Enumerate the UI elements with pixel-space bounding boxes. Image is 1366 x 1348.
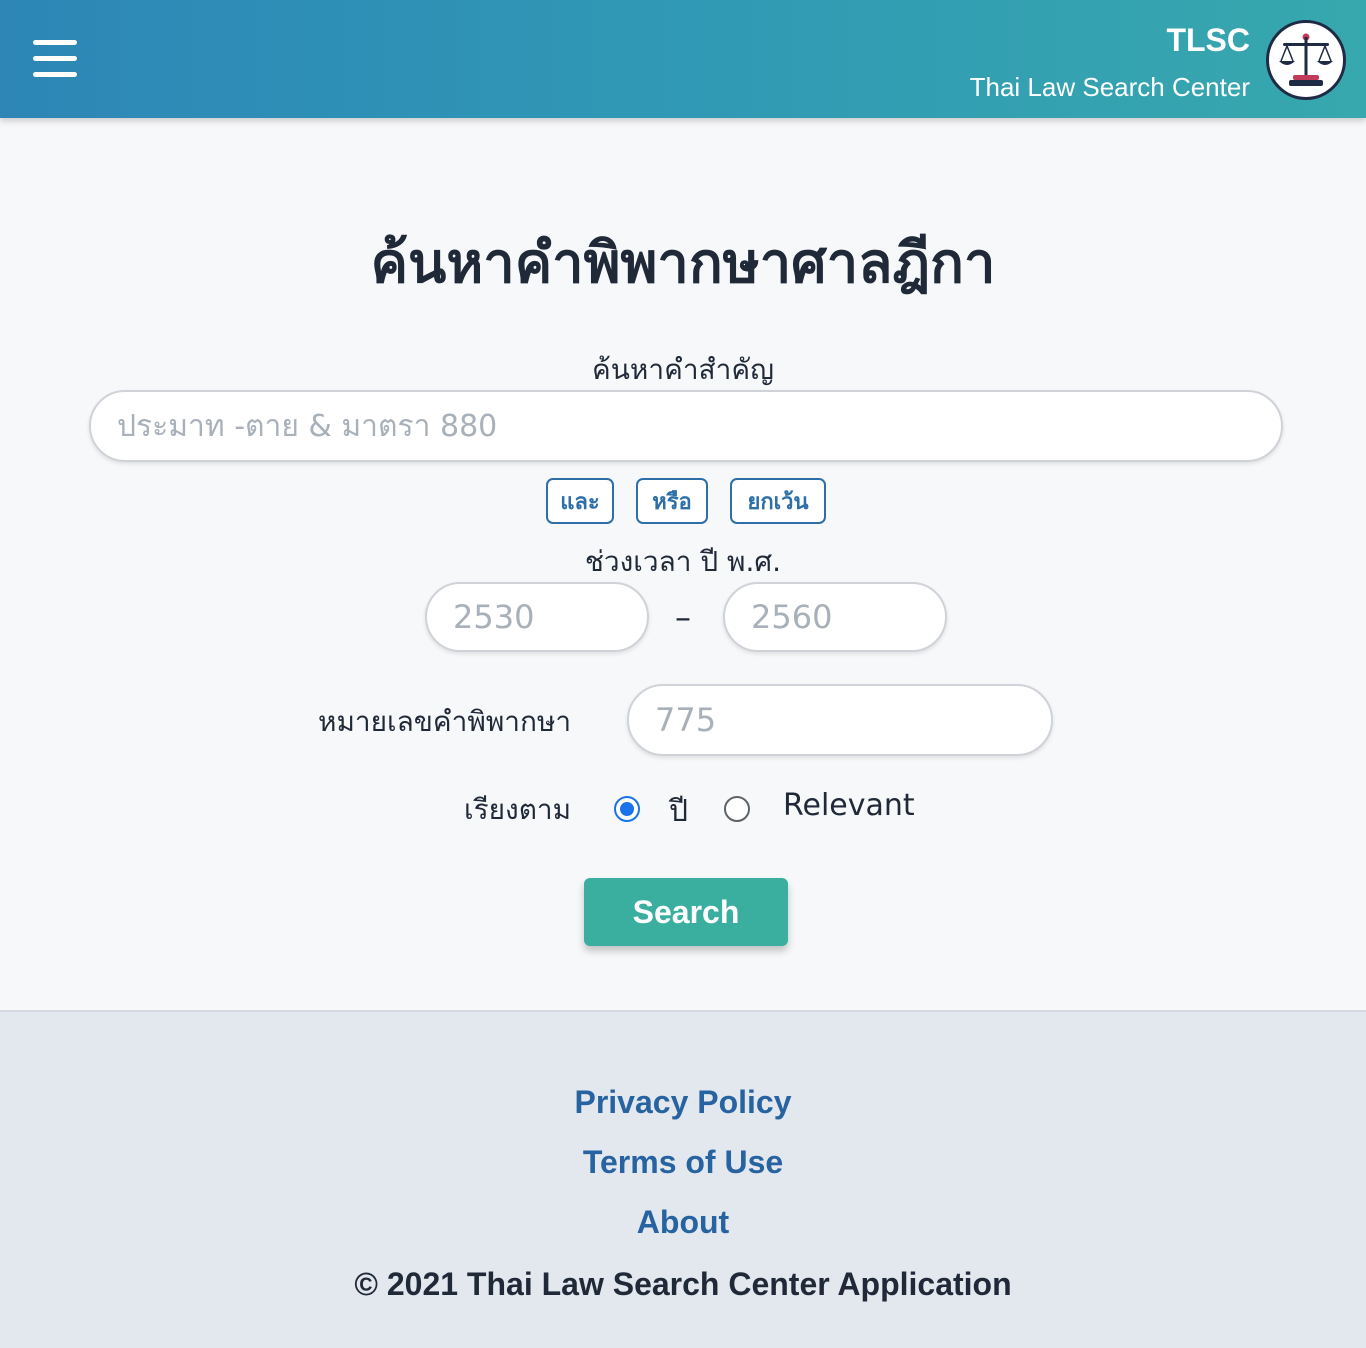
sort-relevant-label: Relevant — [783, 788, 915, 823]
sort-year-label: ปี — [669, 794, 689, 829]
year-from-input[interactable] — [425, 582, 649, 652]
operator-and-button[interactable]: และ — [546, 478, 614, 524]
copyright-text: © 2021 Thai Law Search Center Applicatio… — [354, 1266, 1012, 1302]
judgment-number-label: หมายเลขคำพิพากษา — [318, 705, 572, 738]
search-button[interactable]: Search — [584, 878, 788, 946]
operator-or-button[interactable]: หรือ — [636, 478, 708, 524]
range-separator: – — [675, 598, 691, 636]
brand-short-title: TLSC — [1166, 22, 1250, 58]
page-footer: Privacy Policy Terms of Use About © 2021… — [0, 1010, 1366, 1348]
about-link[interactable]: About — [0, 1204, 1366, 1241]
scales-of-justice-icon[interactable] — [1266, 20, 1346, 100]
privacy-policy-link[interactable]: Privacy Policy — [0, 1084, 1366, 1121]
terms-of-use-link[interactable]: Terms of Use — [0, 1144, 1366, 1181]
brand-full-title: Thai Law Search Center — [969, 72, 1250, 102]
year-to-input[interactable] — [723, 582, 947, 652]
sort-year-radio[interactable] — [614, 796, 640, 822]
year-range-label: ช่วงเวลา ปี พ.ศ. — [584, 545, 782, 578]
judgment-number-input[interactable] — [627, 684, 1053, 756]
keyword-label: ค้นหาคำสำคัญ — [592, 353, 774, 386]
operator-except-button[interactable]: ยกเว้น — [730, 478, 826, 524]
page-title: ค้นหาคำพิพากษาศาลฎีกา — [370, 231, 996, 296]
hamburger-menu-icon[interactable] — [30, 38, 80, 82]
keyword-search-input[interactable] — [89, 390, 1283, 462]
sort-relevant-radio[interactable] — [724, 796, 750, 822]
app-header: TLSC Thai Law Search Center — [0, 0, 1366, 118]
sort-label: เรียงตาม — [464, 793, 572, 826]
